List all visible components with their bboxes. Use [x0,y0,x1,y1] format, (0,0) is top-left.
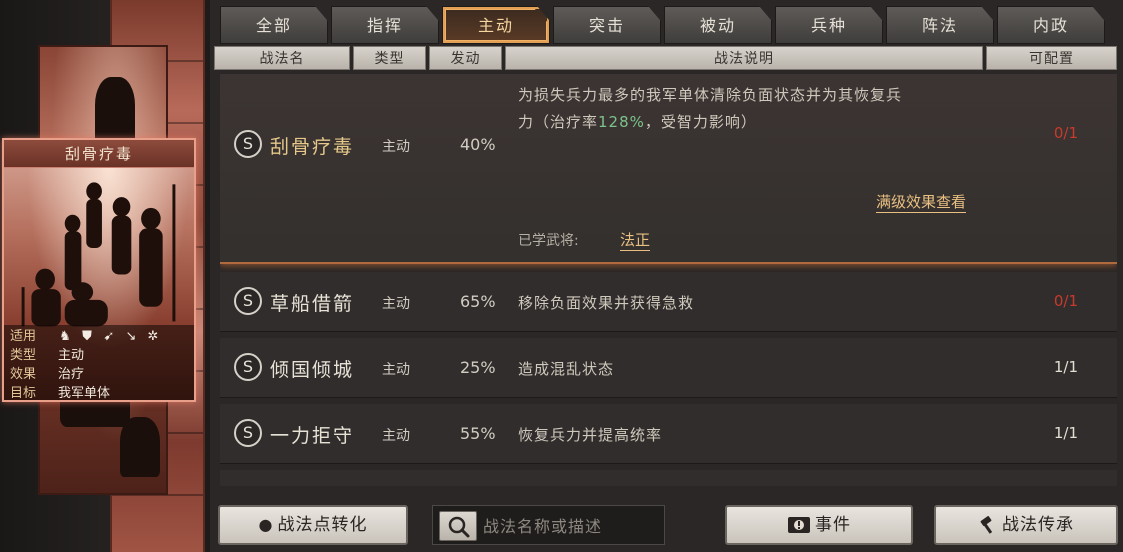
desc-text: 力（治疗率 [518,113,599,131]
column-header-name[interactable]: 战法名 [214,46,350,70]
skill-description-line2: 力（治疗率128%，受智力影响） [518,109,998,136]
tab-formation[interactable]: 阵法 [886,6,994,44]
tab-internal-affairs[interactable]: 内政 [997,6,1105,44]
events-label: 事件 [815,515,851,535]
wheel-icon: ✲ [147,328,159,344]
skill-type: 主动 [382,296,410,312]
search-input[interactable] [483,511,658,541]
cavalry-icon: ♞ [59,328,71,344]
tab-command[interactable]: 指挥 [331,6,439,44]
info-label-applies: 适用 [10,329,37,344]
skill-inheritance-label: 战法传承 [1002,515,1074,535]
skill-description: 移除负面效果并获得急救 [518,294,695,312]
featured-skill-info: 适用 ♞ ⛊ ➹ ↘ ✲ 类型 主动 效果 治疗 目标 我军单体 [4,325,194,401]
table-row-partial[interactable] [220,470,1117,486]
skill-description: 恢复兵力并提高统率 [518,426,663,444]
config-count: 0/1 [1053,124,1078,142]
skill-type: 主动 [382,139,410,155]
figure-silhouette [95,77,135,147]
skill-trigger-rate: 55% [460,424,496,443]
skill-description-line1: 为损失兵力最多的我军单体清除负面状态并为其恢复兵 [518,86,903,104]
table-header: 战法名 类型 发动 战法说明 可配置 [214,46,1119,70]
tab-assault[interactable]: 突击 [553,6,661,44]
config-count: 1/1 [1053,358,1078,376]
info-row-applies: 适用 ♞ ⛊ ➹ ↘ ✲ [10,327,188,346]
info-row-type: 类型 主动 [10,346,188,365]
tab-troop-type[interactable]: 兵种 [775,6,883,44]
info-label-target: 目标 [10,386,37,401]
skill-trigger-rate: 65% [460,292,496,311]
column-header-type[interactable]: 类型 [353,46,426,70]
table-row[interactable]: S 一力拒守 主动 55% 恢复兵力并提高统率 1/1 [220,404,1117,464]
skill-description: 造成混乱状态 [518,360,615,378]
search-box [432,505,665,545]
bow-icon: ➹ [103,328,115,344]
grade-badge: S [234,419,262,447]
grade-badge: S [234,353,262,381]
learned-general-link[interactable]: 法正 [620,229,651,251]
skill-trigger-rate: 25% [460,358,496,377]
skill-type: 主动 [382,428,410,444]
flame-icon: ● [258,515,274,534]
convert-skill-points-label: 战法点转化 [277,515,368,535]
heal-rate-value: 128% [598,113,645,131]
info-label-effect: 效果 [10,367,37,382]
convert-skill-points-button[interactable]: ● 战法点转化 [218,505,408,545]
featured-skill-card[interactable]: 刮骨疗毒 适用 ♞ ⛊ ➹ ↘ ✲ 类型 主动 效果 治疗 目标 我军单体 [2,138,196,402]
hammer-icon [980,516,993,534]
skill-type: 主动 [382,362,410,378]
info-value-target: 我军单体 [58,386,111,401]
grade-badge: S [234,287,262,315]
column-header-configurable[interactable]: 可配置 [986,46,1117,70]
search-icon [448,516,470,538]
column-header-trigger[interactable]: 发动 [429,46,502,70]
spear-icon: ↘ [125,328,137,344]
skill-table: S 刮骨疗毒 主动 40% 为损失兵力最多的我军单体清除负面状态并为其恢复兵 力… [220,74,1117,486]
config-count: 1/1 [1053,424,1078,442]
skill-description: 为损失兵力最多的我军单体清除负面状态并为其恢复兵 力（治疗率128%，受智力影响… [518,82,998,136]
learned-generals-label: 已学武将: [518,233,579,249]
info-row-target: 目标 我军单体 [10,384,188,401]
featured-skill-artwork [21,182,176,327]
events-button[interactable]: 事件 [725,505,913,545]
table-row[interactable]: S 倾国倾城 主动 25% 造成混乱状态 1/1 [220,338,1117,398]
skill-name: 倾国倾城 [270,359,355,381]
skill-list-panel: 全部 指挥 主动 突击 被动 兵种 阵法 内政 战法名 类型 发动 战法说明 可… [210,0,1123,552]
search-button[interactable] [439,511,477,541]
category-tabs: 全部 指挥 主动 突击 被动 兵种 阵法 内政 [220,6,1105,44]
event-icon [788,517,810,533]
config-count: 0/1 [1053,292,1078,310]
unit-type-icons: ♞ ⛊ ➹ ↘ ✲ [58,328,160,344]
grade-badge: S [234,130,262,158]
desc-text: ，受智力影响） [644,113,757,131]
skill-name: 刮骨疗毒 [270,136,355,158]
featured-skill-title: 刮骨疗毒 [4,140,194,168]
skill-name: 草船借箭 [270,293,355,315]
table-row[interactable]: S 草船借箭 主动 65% 移除负面效果并获得急救 0/1 [220,272,1117,332]
max-level-effect-link[interactable]: 满级效果查看 [876,191,967,213]
skill-name: 一力拒守 [270,425,355,447]
info-value-type: 主动 [58,348,85,363]
shield-icon: ⛊ [82,328,92,344]
figure-silhouette [120,417,160,477]
table-row-expanded[interactable]: S 刮骨疗毒 主动 40% 为损失兵力最多的我军单体清除负面状态并为其恢复兵 力… [220,74,1117,264]
skill-trigger-rate: 40% [460,135,496,154]
info-value-effect: 治疗 [58,367,85,382]
column-header-description: 战法说明 [505,46,983,70]
tab-passive[interactable]: 被动 [664,6,772,44]
skill-inheritance-button[interactable]: 战法传承 [934,505,1118,545]
info-row-effect: 效果 治疗 [10,365,188,384]
tab-all[interactable]: 全部 [220,6,328,44]
info-label-type: 类型 [10,348,37,363]
tab-active[interactable]: 主动 [442,6,550,44]
